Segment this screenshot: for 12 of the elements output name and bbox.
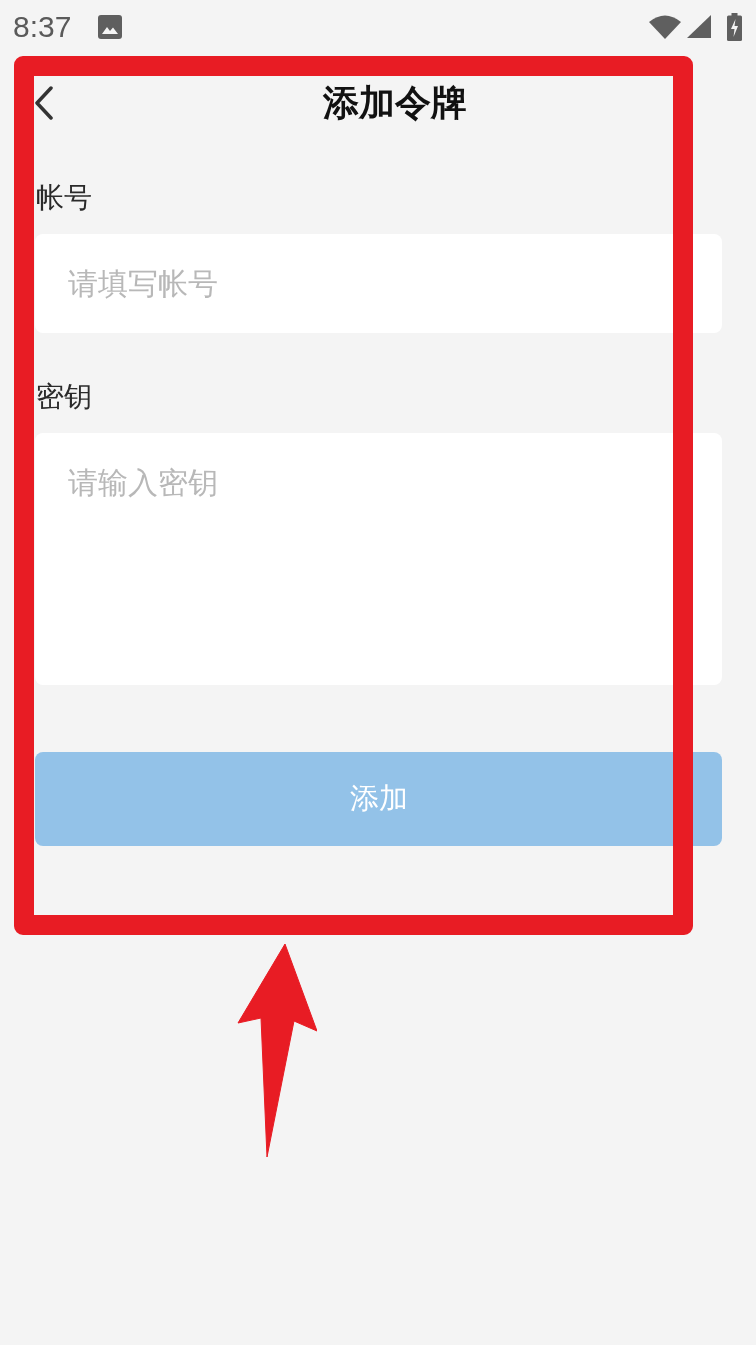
account-input-field[interactable]: 请填写帐号: [35, 234, 722, 333]
field-label: 密钥: [35, 379, 92, 415]
field-label: 帐号: [35, 180, 92, 216]
battery-charging-icon: [727, 12, 742, 41]
back-button[interactable]: [34, 86, 54, 120]
status-time: 8:37: [13, 11, 72, 42]
chevron-left-icon: [34, 86, 54, 120]
image-icon: [98, 14, 123, 39]
page-title: 添加令牌: [323, 81, 467, 125]
key-textarea-field[interactable]: 请输入密钥: [35, 433, 722, 685]
signal-icon: [687, 15, 711, 38]
wifi-icon: [649, 14, 681, 39]
